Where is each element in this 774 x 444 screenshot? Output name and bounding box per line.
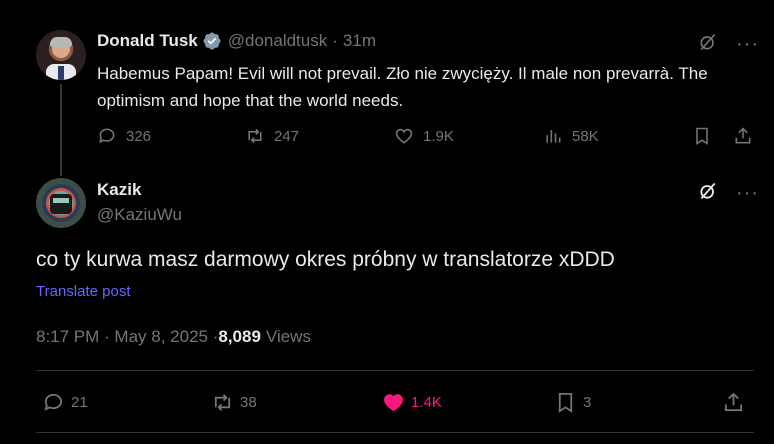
more-options-icon[interactable]: ···	[736, 33, 759, 56]
reply-button[interactable]: 326	[97, 122, 151, 150]
reply-button[interactable]: 21	[42, 388, 88, 416]
views-button[interactable]: 58K	[543, 122, 599, 150]
author-handle[interactable]: @donaldtusk	[228, 31, 328, 51]
separator-dot: ·	[332, 31, 338, 50]
post-timestamp[interactable]: 8:17 PM · May 8, 2025 ·	[36, 327, 218, 347]
repost-button[interactable]: 38	[211, 388, 257, 416]
bookmark-count: 3	[583, 393, 592, 411]
bookmark-icon	[696, 127, 708, 145]
repost-icon	[248, 128, 262, 144]
parent-tweet-text: Habemus Papam! Evil will not prevail. Zł…	[97, 64, 708, 110]
reply-top-actions: ···	[698, 181, 759, 206]
reply-text: co ty kurwa masz darmowy okres próbny w …	[36, 248, 615, 271]
like-button[interactable]: 1.9K	[394, 122, 454, 150]
share-icon	[735, 127, 751, 144]
reply-icon	[99, 128, 115, 144]
share-button[interactable]	[722, 388, 751, 416]
share-button[interactable]	[733, 122, 762, 150]
heart-icon	[384, 393, 403, 411]
grok-icon[interactable]	[698, 181, 718, 206]
repost-count: 247	[274, 127, 300, 145]
post-thread-view: Donald Tusk @donaldtusk · 31m ··· Habemu…	[0, 0, 774, 444]
parent-tweet-action-bar: 326 247 1.9K 58K	[97, 122, 757, 150]
reply-author-name[interactable]: Kazik	[97, 180, 141, 200]
heart-icon	[395, 128, 413, 144]
more-options-icon[interactable]: ···	[736, 182, 759, 205]
parent-tweet-top-actions: ···	[698, 32, 759, 57]
post-time[interactable]: 31m	[343, 31, 376, 51]
share-icon	[724, 392, 743, 411]
like-count: 1.4K	[411, 393, 442, 411]
grok-icon[interactable]	[698, 32, 718, 57]
parent-tweet[interactable]: Donald Tusk @donaldtusk · 31m ··· Habemu…	[0, 0, 774, 176]
views-count: 58K	[572, 127, 599, 145]
analytics-icon	[546, 130, 561, 143]
parent-tweet-header: Donald Tusk @donaldtusk · 31m	[97, 31, 376, 51]
verified-badge-icon	[202, 31, 222, 51]
repost-button[interactable]: 247	[245, 122, 299, 150]
post-metadata: 8:17 PM · May 8, 2025 · 8,089 Views	[36, 327, 311, 347]
reply-count: 21	[71, 393, 88, 411]
like-count: 1.9K	[423, 127, 454, 145]
like-button[interactable]: 1.4K	[382, 388, 442, 416]
translate-post-link[interactable]: Translate post	[36, 283, 131, 300]
divider	[36, 370, 754, 371]
thread-connector-line	[60, 84, 62, 176]
avatar-donald-tusk[interactable]	[36, 30, 86, 80]
views-count[interactable]: 8,089	[218, 327, 261, 347]
views-label: Views	[265, 327, 311, 346]
author-name[interactable]: Donald Tusk	[97, 31, 198, 51]
avatar-kazik[interactable]	[36, 178, 86, 228]
repost-icon	[214, 393, 231, 411]
reply-author-handle[interactable]: @KaziuWu	[97, 205, 182, 225]
divider	[36, 432, 754, 433]
repost-count: 38	[240, 393, 257, 411]
reply-icon	[44, 393, 63, 411]
reply-count: 326	[126, 127, 152, 145]
reply-action-bar: 21 38 1.4K 3	[36, 388, 754, 416]
bookmark-button[interactable]: 3	[554, 388, 591, 416]
bookmark-icon	[558, 392, 573, 413]
bookmark-button[interactable]	[692, 122, 721, 150]
